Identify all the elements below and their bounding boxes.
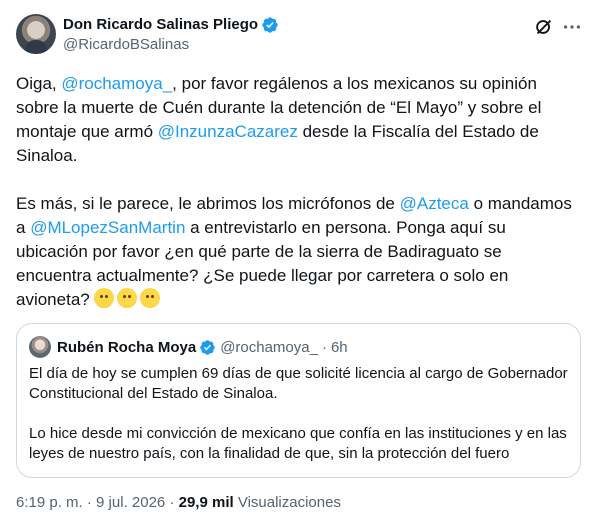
separator-dot: ·	[321, 338, 327, 356]
author-handle[interactable]: @RicardoBSalinas	[63, 36, 189, 54]
quoted-author-handle[interactable]: @rochamoya_	[220, 339, 318, 356]
quoted-avatar[interactable]	[29, 336, 51, 358]
separator-dot: ·	[169, 494, 175, 511]
tweet-text-segment: Oiga,	[16, 74, 62, 93]
relieved-face-emoji	[140, 288, 161, 308]
tweet-time[interactable]: 6:19 p. m.	[16, 494, 83, 511]
verified-badge-icon	[200, 339, 215, 355]
quoted-tweet[interactable]: Rubén Rocha Moya @rochamoya_ · 6h El día…	[16, 323, 581, 478]
avatar[interactable]	[16, 14, 56, 54]
quoted-tweet-header: Rubén Rocha Moya @rochamoya_ · 6h	[29, 336, 348, 358]
mention-link[interactable]: @InzunzaCazarez	[158, 122, 298, 141]
thinking-face-emoji	[94, 288, 115, 308]
views-label: Visualizaciones	[237, 494, 341, 511]
more-icon[interactable]	[561, 16, 583, 38]
mention-link[interactable]: @rochamoya_	[61, 74, 172, 93]
tweet-meta: 6:19 p. m. · 9 jul. 2026 · 29,9 mil Visu…	[16, 493, 341, 513]
tweet-paragraph-1: Oiga, @rochamoya_, por favor regálenos a…	[16, 72, 581, 168]
tweet-date[interactable]: 9 jul. 2026	[96, 494, 165, 511]
tweet-text: Oiga, @rochamoya_, por favor regálenos a…	[16, 72, 581, 312]
verified-badge-icon	[262, 17, 278, 33]
name-row: Don Ricardo Salinas Pliego	[63, 16, 279, 34]
quoted-paragraph-2: Lo hice desde mi convicción de mexicano …	[29, 425, 567, 462]
mention-link[interactable]: @MLopezSanMartin	[30, 218, 185, 237]
quoted-author-name[interactable]: Rubén Rocha Moya	[57, 339, 196, 356]
quoted-paragraph-1: El día de hoy se cumplen 69 días de que …	[29, 365, 568, 402]
views-count: 29,9 mil	[178, 494, 234, 511]
quoted-timestamp[interactable]: 6h	[331, 339, 348, 356]
eye-roll-emoji	[117, 288, 138, 308]
quoted-tweet-text: El día de hoy se cumplen 69 días de que …	[29, 364, 569, 464]
tweet-text-segment: Es más, si le parece, le abrimos los mic…	[16, 194, 400, 213]
mention-link[interactable]: @Azteca	[400, 194, 469, 213]
tweet-header: Don Ricardo Salinas Pliego @RicardoBSali…	[16, 14, 581, 58]
grok-icon[interactable]	[533, 16, 555, 38]
separator-dot: ·	[86, 494, 92, 511]
tweet-paragraph-2: Es más, si le parece, le abrimos los mic…	[16, 192, 581, 312]
author-name[interactable]: Don Ricardo Salinas Pliego	[63, 16, 258, 34]
